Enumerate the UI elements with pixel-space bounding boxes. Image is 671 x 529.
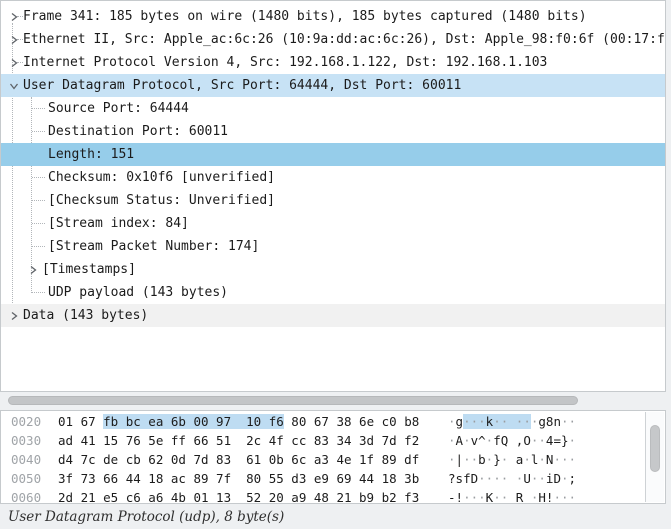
tree-row-label: [Checksum Status: Unverified] [47, 193, 275, 208]
tree-row-label: Length: 151 [47, 147, 134, 162]
hex-byte-segment[interactable]: ad 41 15 76 5e ff 66 51 2c 4f cc 83 34 3… [58, 433, 419, 448]
hex-offset: 0020 [11, 414, 41, 429]
hex-byte-segment[interactable]: 80 67 38 6e c0 b8 [284, 414, 419, 429]
chevron-down-icon[interactable] [6, 78, 22, 94]
chevron-right-icon[interactable] [6, 9, 22, 25]
tree-row-udp-checksum-status[interactable]: [Checksum Status: Unverified] [1, 189, 665, 212]
tree-row-udp-length[interactable]: Length: 151 [1, 143, 665, 166]
hex-byte-segment[interactable]: d4 7c de cb 62 0d 7d 83 61 0b 6c a3 4e 1… [58, 452, 419, 467]
ascii-segment[interactable]: -!···K·· R ·H!··· [448, 490, 576, 504]
vertical-scrollbar[interactable] [645, 412, 664, 502]
tree-row-udp-stream-packet-number[interactable]: [Stream Packet Number: 174] [1, 235, 665, 258]
tree-row-frame[interactable]: Frame 341: 185 bytes on wire (1480 bits)… [1, 5, 665, 28]
tree-row-label: [Stream Packet Number: 174] [47, 239, 259, 254]
ascii-segment[interactable]: ·g [448, 414, 463, 429]
hex-ascii[interactable]: ·|··b·}· a·l·N··· [448, 452, 576, 467]
packet-detail-pane[interactable]: Frame 341: 185 bytes on wire (1480 bits)… [0, 0, 666, 392]
status-bar: User Datagram Protocol (udp), 8 byte(s) [0, 504, 671, 529]
ascii-segment[interactable]: ·A·v^·fQ ,O··4=}· [448, 433, 576, 448]
horizontal-scrollbar[interactable] [0, 392, 671, 410]
tree-row-label: UDP payload (143 bytes) [47, 285, 228, 300]
tree-row-label: User Datagram Protocol, Src Port: 64444,… [22, 78, 461, 93]
hex-bytes[interactable]: ad 41 15 76 5e ff 66 51 2c 4f cc 83 34 3… [58, 433, 419, 448]
tree-row-udp[interactable]: User Datagram Protocol, Src Port: 64444,… [1, 74, 665, 97]
tree-row-label: [Timestamps] [41, 262, 136, 277]
chevron-right-icon[interactable] [6, 308, 22, 324]
hex-row-0020[interactable]: 0020 01 67 fb bc ea 6b 00 97 10 f6 80 67 … [1, 412, 645, 431]
hex-row-0050[interactable]: 0050 3f 73 66 44 18 ac 89 7f 80 55 d3 e9 … [1, 469, 645, 488]
hex-byte-segment[interactable]: 01 67 [58, 414, 103, 429]
hex-offset: 0030 [11, 433, 41, 448]
hex-row-0030[interactable]: 0030 ad 41 15 76 5e ff 66 51 2c 4f cc 83 … [1, 431, 645, 450]
ascii-segment[interactable]: ·|··b·}· a·l·N··· [448, 452, 576, 467]
ascii-segment[interactable]: ·g8n·· [531, 414, 576, 429]
tree-row-udp-timestamps[interactable]: [Timestamps] [1, 258, 665, 281]
packet-bytes-pane[interactable]: 0020 01 67 fb bc ea 6b 00 97 10 f6 80 67 … [0, 410, 666, 504]
tree-row-udp-destination-port[interactable]: Destination Port: 60011 [1, 120, 665, 143]
hex-bytes[interactable]: 01 67 fb bc ea 6b 00 97 10 f6 80 67 38 6… [58, 414, 419, 429]
hex-bytes[interactable]: d4 7c de cb 62 0d 7d 83 61 0b 6c a3 4e 1… [58, 452, 419, 467]
tree-row-ethernet[interactable]: Ethernet II, Src: Apple_ac:6c:26 (10:9a:… [1, 28, 665, 51]
chevron-right-icon[interactable] [6, 55, 22, 71]
chevron-right-icon[interactable] [25, 262, 41, 278]
tree-row-label: Source Port: 64444 [47, 101, 189, 116]
hex-offset: 0050 [11, 471, 41, 486]
tree-row-udp-stream-index[interactable]: [Stream index: 84] [1, 212, 665, 235]
hex-selected-bytes[interactable]: fb bc ea 6b 00 97 10 f6 [103, 414, 284, 429]
hex-ascii[interactable]: ·A·v^·fQ ,O··4=}· [448, 433, 576, 448]
tree-row-udp-source-port[interactable]: Source Port: 64444 [1, 97, 665, 120]
ascii-selected-chars[interactable]: ···k·· ·· [463, 414, 531, 429]
hex-ascii[interactable]: -!···K·· R ·H!··· [448, 490, 576, 504]
hex-bytes[interactable]: 3f 73 66 44 18 ac 89 7f 80 55 d3 e9 69 4… [58, 471, 419, 486]
hex-offset: 0060 [11, 490, 41, 504]
tree-row-data[interactable]: Data (143 bytes) [1, 304, 665, 327]
hex-dump-rows: 0020 01 67 fb bc ea 6b 00 97 10 f6 80 67 … [1, 412, 645, 504]
hex-row-0040[interactable]: 0040 d4 7c de cb 62 0d 7d 83 61 0b 6c a3 … [1, 450, 645, 469]
hex-byte-segment[interactable]: 3f 73 66 44 18 ac 89 7f 80 55 d3 e9 69 4… [58, 471, 419, 486]
tree-row-label: Destination Port: 60011 [47, 124, 228, 139]
hex-byte-segment[interactable]: 2d 21 e5 c6 a6 4b 01 13 52 20 a9 48 21 b… [58, 490, 419, 504]
tree-row-udp-checksum[interactable]: Checksum: 0x10f6 [unverified] [1, 166, 665, 189]
hex-ascii[interactable]: ?sfD···· ·U··iD·; [448, 471, 576, 486]
chevron-right-icon[interactable] [6, 32, 22, 48]
ascii-segment[interactable]: ?sfD···· ·U··iD·; [448, 471, 576, 486]
tree-row-label: Checksum: 0x10f6 [unverified] [47, 170, 275, 185]
tree-row-label: Ethernet II, Src: Apple_ac:6c:26 (10:9a:… [22, 32, 665, 47]
vertical-scrollbar-thumb[interactable] [650, 425, 660, 472]
tree-row-label: [Stream index: 84] [47, 216, 189, 231]
hex-offset: 0040 [11, 452, 41, 467]
tree-row-label: Data (143 bytes) [22, 308, 148, 323]
hex-ascii[interactable]: ·g···k·· ···g8n·· [448, 414, 576, 429]
tree-row-ipv4[interactable]: Internet Protocol Version 4, Src: 192.16… [1, 51, 665, 74]
hex-row-0060[interactable]: 0060 2d 21 e5 c6 a6 4b 01 13 52 20 a9 48 … [1, 488, 645, 504]
tree-row-label: Frame 341: 185 bytes on wire (1480 bits)… [22, 9, 587, 24]
tree-row-label: Internet Protocol Version 4, Src: 192.16… [22, 55, 547, 70]
tree-row-udp-payload[interactable]: UDP payload (143 bytes) [1, 281, 665, 304]
status-bar-field-info: User Datagram Protocol (udp), 8 byte(s) [8, 509, 284, 525]
hex-bytes[interactable]: 2d 21 e5 c6 a6 4b 01 13 52 20 a9 48 21 b… [58, 490, 419, 504]
horizontal-scrollbar-thumb[interactable] [8, 396, 578, 405]
